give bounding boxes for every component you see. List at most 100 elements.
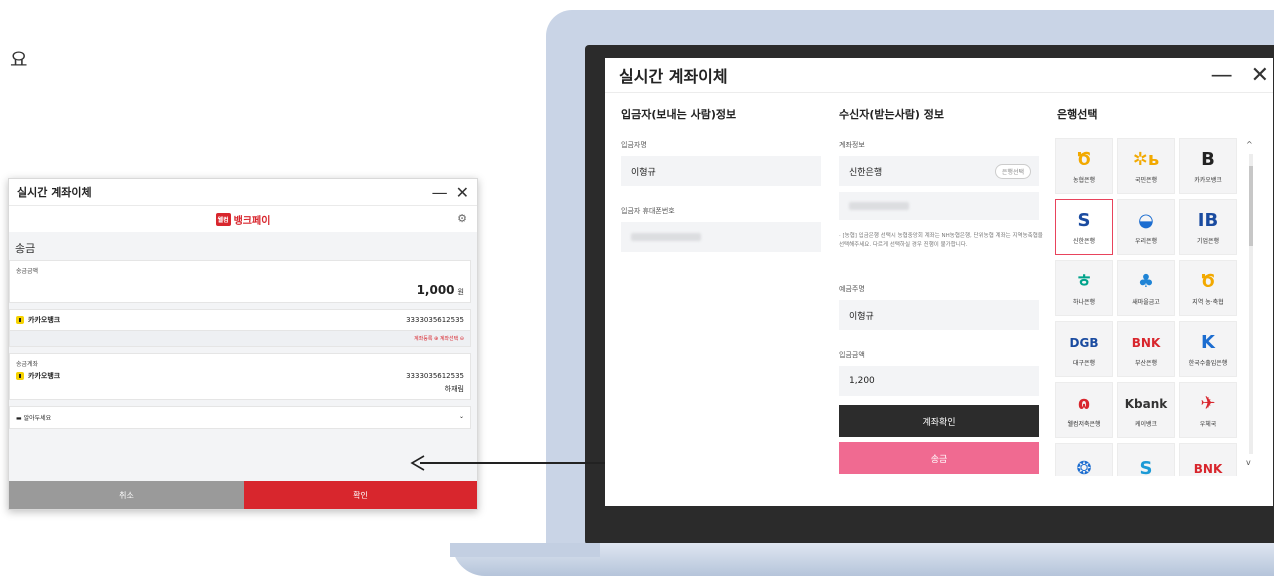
- bankpay-logo: 웰컴 뱅크페이: [215, 212, 270, 227]
- close-icon[interactable]: ✕: [1251, 63, 1269, 88]
- amount-value[interactable]: 1,000: [417, 283, 455, 297]
- notice-label: ▬ 알아두세요: [16, 415, 52, 422]
- bank-tile[interactable]: Ծ 지역 농·축협: [1179, 260, 1237, 316]
- bank-label: 부산은행: [1134, 359, 1158, 367]
- account-info-label: 계좌정보: [839, 141, 865, 149]
- bank-label: 한국수출입은행: [1188, 359, 1228, 367]
- main-transfer-dialog: 실시간 계좌이체 — ✕ 입금자(보내는 사람)정보 입금자명 이형규 입금자 …: [605, 58, 1273, 506]
- sender-phone-field[interactable]: [621, 222, 821, 252]
- bank-logo-icon: Ծ: [1076, 148, 1092, 170]
- gear-icon[interactable]: ⚙: [457, 212, 467, 225]
- sender-header: 입금자(보내는 사람)정보: [621, 108, 737, 121]
- bank-tile[interactable]: BNK 부산은행: [1117, 321, 1175, 377]
- chevron-down-icon: ⌄: [458, 413, 464, 420]
- bank-scrollbar[interactable]: ^ v: [1246, 140, 1256, 470]
- bank-label: 기업은행: [1196, 237, 1220, 245]
- bank-tile[interactable]: Ծ 농협은행: [1055, 138, 1113, 194]
- main-title-bar: 실시간 계좌이체 — ✕: [605, 58, 1273, 93]
- deposit-amount-field[interactable]: 1,200: [839, 366, 1039, 396]
- deposit-amount-label: 입금금액: [839, 351, 865, 359]
- from-account-card[interactable]: 카카오뱅크 3333035612535: [9, 309, 471, 331]
- bank-grid: Ծ 농협은행 ✲ь 국민은행 B 카카오뱅크 S 신한은행 ◒ 우리은행 IB 기업은행 ㅎ 하나은행 ♣ 새…: [1055, 138, 1239, 476]
- from-bank-name: 카카오뱅크: [28, 316, 61, 324]
- bank-tile[interactable]: ɷ 웰컴저축은행: [1055, 382, 1113, 438]
- kakaobank-icon: [16, 372, 24, 380]
- nh-notice: · [농협] 입금은행 선택시 농협중앙회 계좌는 NH농협은행, 단위농협 계…: [839, 233, 1043, 248]
- bank-tile[interactable]: ✲ь 국민은행: [1117, 138, 1175, 194]
- to-account-number: 3333035612535: [406, 372, 464, 380]
- send-button[interactable]: 송금: [839, 442, 1039, 474]
- receiver-header: 수신자(받는사람) 정보: [839, 108, 944, 121]
- scroll-up-icon[interactable]: ^: [1246, 140, 1253, 149]
- bank-select-pill[interactable]: 은행선택: [994, 163, 1031, 179]
- bank-logo-icon: ✲ь: [1132, 148, 1160, 170]
- notice-accordion[interactable]: ▬ 알아두세요 ⌄: [9, 406, 471, 429]
- bank-logo-icon: IB: [1197, 209, 1219, 231]
- mini-footer: 취소 확인: [9, 481, 477, 509]
- scroll-thumb[interactable]: [1249, 166, 1253, 246]
- bank-logo-icon: BNK: [1193, 462, 1223, 476]
- bank-logo-icon: ◒: [1138, 209, 1154, 231]
- bank-label: 하나은행: [1072, 298, 1096, 306]
- bank-tile[interactable]: ♣ 새마을금고: [1117, 260, 1175, 316]
- account-bank-field[interactable]: 신한은행 은행선택: [839, 156, 1039, 186]
- account-links[interactable]: 계좌등록 ⊕ 계좌선택 ⊖: [9, 331, 471, 347]
- background-text-fragment: 요: [10, 49, 28, 71]
- scroll-down-icon[interactable]: v: [1246, 458, 1251, 467]
- bank-logo-icon: ♣: [1137, 270, 1155, 292]
- amount-label: 송금금액: [16, 268, 39, 275]
- bank-logo-icon: S: [1077, 209, 1091, 231]
- bank-label: 웰컴저축은행: [1067, 420, 1101, 428]
- bank-tile[interactable]: ◒ 우리은행: [1117, 199, 1175, 255]
- brand-header: 웰컴 뱅크페이 ⚙: [9, 206, 477, 232]
- bank-tile[interactable]: ❂: [1055, 443, 1113, 476]
- bank-logo-icon: S: [1139, 458, 1153, 477]
- bank-tile[interactable]: Kbank 케이뱅크: [1117, 382, 1175, 438]
- account-number-field[interactable]: [839, 192, 1039, 220]
- bank-logo-icon: B: [1201, 148, 1215, 170]
- minimize-icon[interactable]: —: [1211, 63, 1233, 88]
- laptop-base-shade: [450, 543, 600, 557]
- bank-select-header: 은행선택: [1057, 108, 1098, 121]
- bank-logo-icon: K: [1201, 331, 1215, 353]
- masked-account: [849, 202, 909, 210]
- bank-logo-icon: ㅎ: [1075, 270, 1093, 292]
- bank-label: 농협은행: [1072, 176, 1096, 184]
- bank-tile[interactable]: S 신한은행: [1055, 199, 1113, 255]
- from-account-number: 3333035612535: [406, 316, 464, 324]
- bank-tile[interactable]: BNK: [1179, 443, 1237, 476]
- mini-title-bar: 실시간 계좌이체 — ✕: [9, 179, 477, 206]
- bank-label: 우체국: [1199, 420, 1217, 428]
- bank-label: 카카오뱅크: [1194, 176, 1222, 184]
- kakaobank-icon: [16, 316, 24, 324]
- bank-tile[interactable]: K 한국수출입은행: [1179, 321, 1237, 377]
- sender-name-field[interactable]: 이형규: [621, 156, 821, 186]
- bank-label: 케이뱅크: [1134, 420, 1158, 428]
- bank-label: 새마을금고: [1132, 298, 1160, 306]
- bank-logo-icon: ✈: [1200, 392, 1216, 414]
- verify-account-button[interactable]: 계좌확인: [839, 405, 1039, 437]
- to-account-card: 송금계좌 카카오뱅크 3333035612535 하재림: [9, 353, 471, 400]
- to-bank-name: 카카오뱅크: [28, 372, 61, 380]
- bank-tile[interactable]: IB 기업은행: [1179, 199, 1237, 255]
- bank-tile[interactable]: B 카카오뱅크: [1179, 138, 1237, 194]
- close-icon[interactable]: ✕: [456, 183, 469, 202]
- confirm-button[interactable]: 확인: [244, 481, 477, 509]
- bank-label: 지역 농·축협: [1192, 298, 1224, 306]
- arrow-head-icon: [410, 455, 425, 471]
- holder-label: 예금주명: [839, 285, 865, 293]
- bank-label: 국민은행: [1134, 176, 1158, 184]
- holder-field[interactable]: 이형규: [839, 300, 1039, 330]
- cancel-button[interactable]: 취소: [9, 481, 244, 509]
- bank-tile[interactable]: ㅎ 하나은행: [1055, 260, 1113, 316]
- minimize-icon[interactable]: —: [432, 183, 448, 202]
- bank-tile[interactable]: S: [1117, 443, 1175, 476]
- bank-logo-icon: ɷ: [1077, 392, 1091, 414]
- bank-tile[interactable]: DGB 대구은행: [1055, 321, 1113, 377]
- bank-logo-icon: DGB: [1069, 335, 1099, 350]
- bank-logo-icon: Ծ: [1200, 270, 1216, 292]
- to-account-label: 송금계좌: [16, 361, 39, 368]
- bank-tile[interactable]: ✈ 우체국: [1179, 382, 1237, 438]
- bank-label: 신한은행: [1072, 237, 1096, 245]
- sender-name-label: 입금자명: [621, 141, 647, 149]
